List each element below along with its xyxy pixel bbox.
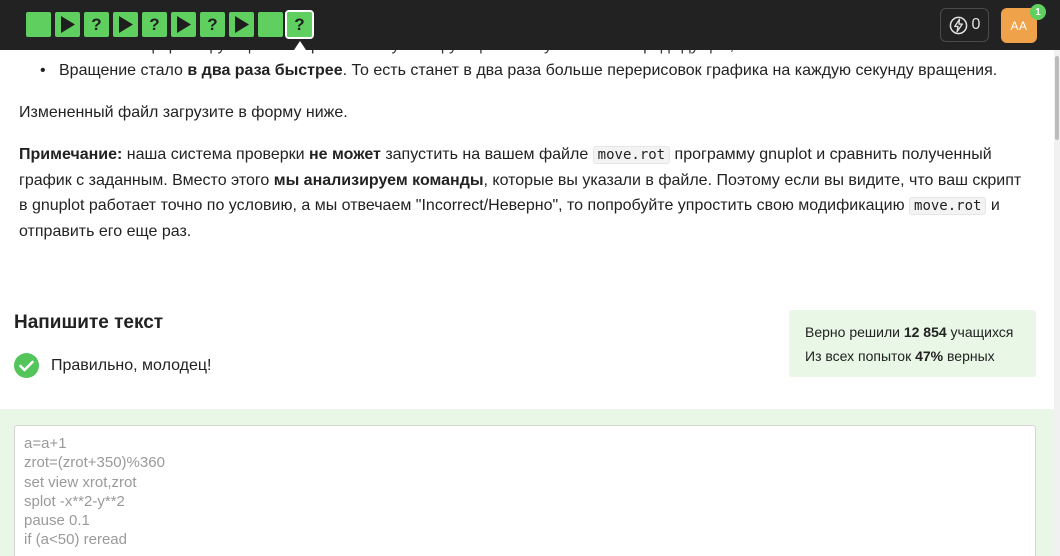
current-step-pointer <box>294 41 306 50</box>
bullet-text: Вращение стало в два раза быстрее. То ес… <box>59 62 998 79</box>
step-2-video[interactable] <box>55 12 80 37</box>
energy-counter[interactable]: 0 <box>940 8 989 42</box>
question-icon: ? <box>149 14 160 34</box>
step-10-quiz-current[interactable]: ? <box>285 10 314 39</box>
play-icon <box>119 16 133 33</box>
result-message: Правильно, молодец! <box>14 353 211 378</box>
step-4-video[interactable] <box>113 12 138 37</box>
step-8-video[interactable] <box>229 12 254 37</box>
answer-line: set view xrot,zrot <box>24 473 137 491</box>
answer-line: if (a<50) reread <box>24 531 127 549</box>
energy-count: 0 <box>971 16 981 33</box>
notification-badge[interactable]: 1 <box>1030 4 1046 20</box>
step-9-text[interactable] <box>258 12 283 37</box>
stats-box: Верно решили 12 854 учащихся Из всех поп… <box>789 310 1036 377</box>
step-7-quiz[interactable]: ? <box>200 12 225 37</box>
inline-code: move.rot <box>592 146 671 164</box>
step-1-text[interactable] <box>26 12 51 37</box>
play-icon <box>61 16 75 33</box>
task-title: Напишите текст <box>14 312 164 333</box>
question-icon: ? <box>207 14 218 34</box>
solved-count-row: Верно решили 12 854 учащихся <box>805 324 1014 340</box>
play-icon <box>235 16 249 33</box>
inline-code: move.rot <box>909 197 987 215</box>
upload-instruction: Измененный файл загрузите в форму ниже. <box>19 104 348 121</box>
step-3-quiz[interactable]: ? <box>84 12 109 37</box>
answer-line: splot -x**2-y**2 <box>24 492 125 510</box>
play-icon <box>177 16 191 33</box>
question-icon: ? <box>294 14 305 34</box>
check-icon <box>14 353 39 378</box>
attempts-row: Из всех попыток 47% верных <box>805 348 995 364</box>
top-bar: ? ? ? ? 0 AA 1 <box>0 0 1060 50</box>
step-6-video[interactable] <box>171 12 196 37</box>
answer-textarea[interactable]: a=a+1 zrot=(zrot+350)%360 set view xrot,… <box>14 425 1036 556</box>
note-paragraph: Примечание: наша система проверки не мож… <box>19 146 1022 240</box>
bullet-dot: • <box>40 62 46 79</box>
step-5-quiz[interactable]: ? <box>142 12 167 37</box>
step-navigation: ? ? ? ? <box>26 10 314 39</box>
lightning-icon <box>949 16 967 34</box>
question-icon: ? <box>91 14 102 34</box>
result-text: Правильно, молодец! <box>51 356 212 374</box>
answer-line: zrot=(zrot+350)%360 <box>24 454 165 472</box>
answer-line: pause 0.1 <box>24 512 90 530</box>
scrollbar-thumb[interactable] <box>1055 56 1059 140</box>
answer-line: a=a+1 <box>24 435 67 452</box>
